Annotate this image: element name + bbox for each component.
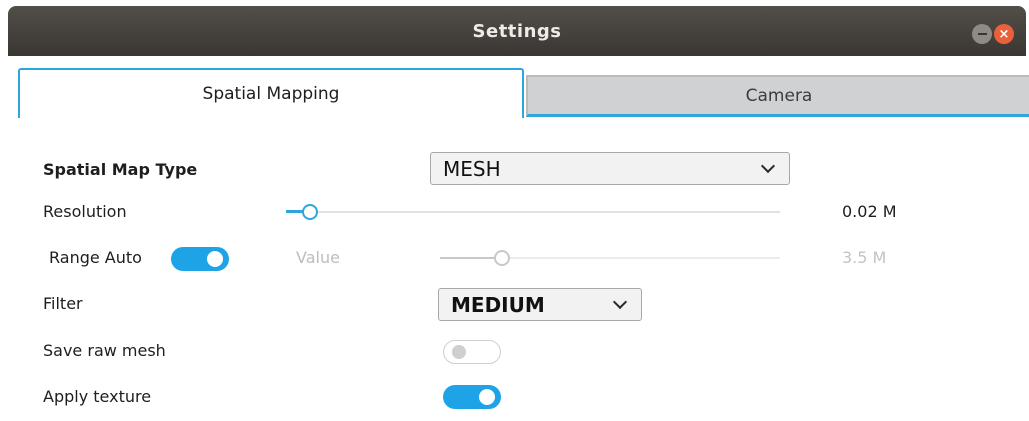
settings-window: Settings × Spatial Mapping Camera Spatia… xyxy=(0,0,1029,421)
toggle-knob xyxy=(452,345,466,359)
spatial-map-type-label: Spatial Map Type xyxy=(43,160,198,179)
close-icon[interactable]: × xyxy=(994,24,1014,44)
save-raw-mesh-label: Save raw mesh xyxy=(43,341,166,360)
range-value: 3.5 M xyxy=(842,248,887,267)
resolution-label: Resolution xyxy=(43,202,127,221)
resolution-value: 0.02 M xyxy=(842,202,897,221)
title-bar: Settings × xyxy=(8,6,1026,56)
spatial-map-type-select[interactable]: MESH xyxy=(430,152,790,185)
tab-camera[interactable]: Camera xyxy=(526,75,1029,117)
toggle-knob xyxy=(479,389,495,405)
window-title: Settings xyxy=(472,21,562,42)
minimize-icon[interactable] xyxy=(972,24,992,44)
resolution-slider-handle[interactable] xyxy=(302,204,318,220)
resolution-slider-track[interactable] xyxy=(286,211,780,213)
apply-texture-toggle[interactable] xyxy=(443,385,501,409)
filter-value: MEDIUM xyxy=(451,292,545,317)
tab-spatial-mapping[interactable]: Spatial Mapping xyxy=(18,68,524,118)
spatial-map-type-value: MESH xyxy=(443,156,501,181)
apply-texture-label: Apply texture xyxy=(43,387,152,406)
range-value-label: Value xyxy=(296,248,340,267)
save-raw-mesh-toggle[interactable] xyxy=(443,340,501,364)
range-auto-toggle[interactable] xyxy=(171,247,229,271)
range-slider-fill xyxy=(440,257,500,259)
filter-select[interactable]: MEDIUM xyxy=(438,288,642,321)
range-slider-handle xyxy=(494,250,510,266)
chevron-down-icon xyxy=(760,158,776,174)
filter-label: Filter xyxy=(43,294,83,313)
chevron-down-icon xyxy=(612,294,628,310)
toggle-knob xyxy=(207,251,223,267)
range-auto-label: Range Auto xyxy=(49,248,142,267)
